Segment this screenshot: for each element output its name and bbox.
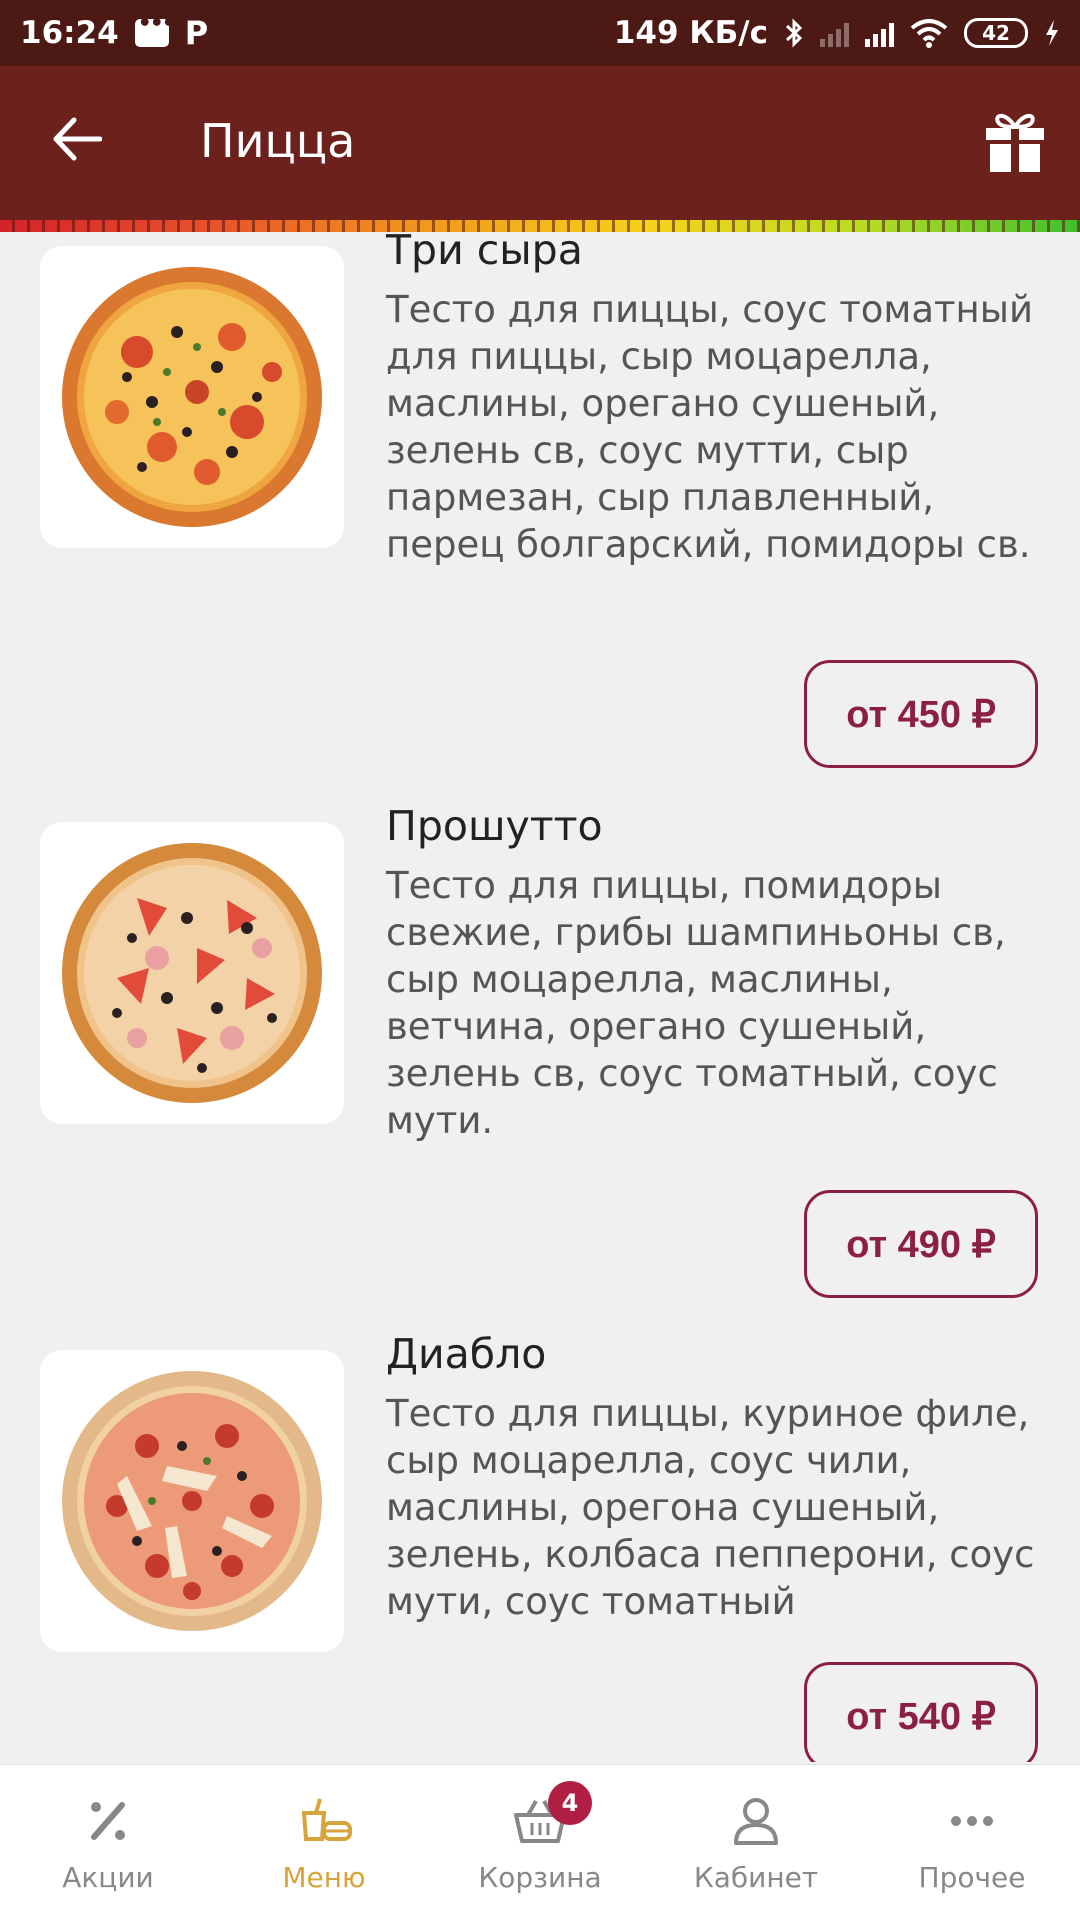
battery-icon: 42 [964,18,1028,48]
menu-food-icon [301,1798,352,1841]
price-button[interactable]: от 450 ₽ [804,660,1038,768]
nav-label: Прочее [918,1861,1026,1894]
nav-label: Корзина [478,1861,602,1894]
back-arrow-icon[interactable] [52,116,102,162]
cart-count-badge: 4 [548,1781,592,1825]
nav-item-menu[interactable]: Меню [216,1765,432,1920]
header-accent-strip [0,220,1080,232]
nav-item-account[interactable]: Кабинет [648,1765,864,1920]
product-name: Прошутто [386,802,603,850]
pizza-image-diablo [62,1371,322,1631]
charging-icon [1046,20,1058,46]
gift-icon[interactable] [984,108,1046,174]
more-icon [951,1816,993,1826]
price-button[interactable]: от 490 ₽ [804,1190,1038,1298]
message-icon [134,11,174,47]
product-description: Тесто для пиццы, соус томатный для пиццы… [386,288,1034,566]
pizza-image-three-cheese [62,267,322,527]
product-name: Три сыра [386,232,583,274]
nav-item-cart[interactable]: 4 Корзина [432,1765,648,1920]
nav-label: Кабинет [693,1861,819,1894]
nav-item-promotions[interactable]: Акции [0,1765,216,1920]
percent-icon [91,1802,125,1840]
product-list: Три сыра Тесто для пиццы, соус томатный … [0,232,1080,1762]
bottom-navigation: Акции Меню 4 Корзина Кабинет Прочее [0,1764,1080,1920]
signal-icon-sim2 [820,19,849,47]
status-left: 16:24 P [20,11,209,52]
pizza-image-prosciutto [62,843,322,1103]
app-bar: Пицца [0,66,1080,220]
wifi-icon [910,19,948,48]
product-description: Тесто для пиццы, помидоры свежие, грибы … [386,864,1006,1142]
parking-p-icon: P [184,14,209,52]
status-bar: 16:24 P 149 КБ/с 42 [0,0,1080,66]
status-time: 16:24 [20,15,119,51]
user-icon [734,1798,778,1845]
nav-label: Акции [62,1861,154,1894]
page-title: Пицца [200,114,356,168]
network-speed: 149 КБ/с [613,15,768,51]
product-name: Диабло [386,1330,547,1378]
signal-icon [865,19,894,47]
status-right: 149 КБ/с 42 [614,15,1060,51]
nav-label: Меню [282,1861,366,1894]
nav-item-more[interactable]: Прочее [864,1765,1080,1920]
product-description: Тесто для пиццы, куриное филе, сыр моцар… [386,1392,1035,1623]
price-button[interactable]: от 540 ₽ [804,1662,1038,1762]
product-image [40,822,344,1124]
battery-level: 42 [982,21,1010,45]
product-image [40,1350,344,1652]
bluetooth-icon [785,18,803,48]
product-image [40,246,344,548]
